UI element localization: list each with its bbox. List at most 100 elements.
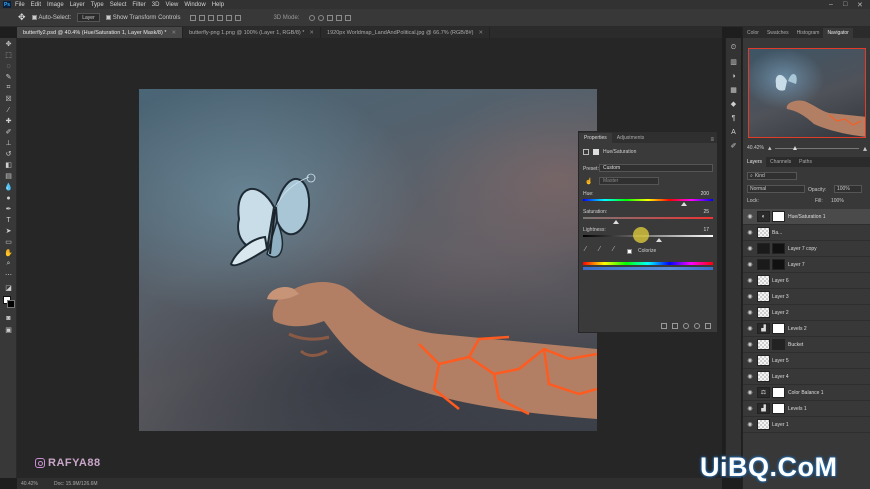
lasso-tool-icon[interactable]: ◌ (4, 62, 13, 70)
rectangle-tool-icon[interactable]: ▭ (4, 238, 13, 246)
eye-icon[interactable]: ◉ (743, 213, 757, 220)
align-center-icon[interactable] (199, 14, 206, 21)
layer-row[interactable]: ◉ Layer 7 copy (743, 241, 870, 257)
zoom-out-icon[interactable]: ▴ (768, 144, 772, 152)
gradient-tool-icon[interactable]: ▤ (4, 172, 13, 180)
layer-mask-thumbnail[interactable] (772, 259, 785, 270)
menu-edit[interactable]: Edit (31, 2, 41, 8)
zoom-tool-icon[interactable]: ⌕ (4, 260, 13, 268)
targeted-adjustment-icon[interactable]: ☝ (585, 178, 592, 185)
colorize-checkbox[interactable]: Colorize (627, 248, 656, 254)
clip-to-layer-icon[interactable] (661, 323, 667, 329)
eye-icon[interactable]: ◉ (743, 309, 757, 316)
status-zoom[interactable]: 40.42% (21, 481, 38, 487)
eye-icon[interactable]: ◉ (743, 229, 757, 236)
eye-icon[interactable]: ◉ (743, 325, 757, 332)
layer-row[interactable]: ◉ Layer 3 (743, 289, 870, 305)
menu-file[interactable]: File (15, 2, 25, 8)
tab-worldmap[interactable]: 1920px Worldmap_LandAndPolitical.jpg @ 6… (321, 27, 491, 38)
preset-dropdown[interactable]: Custom (599, 164, 713, 172)
layer-row[interactable]: ◉ Bucket (743, 337, 870, 353)
layer-row[interactable]: ◉ Layer 5 (743, 353, 870, 369)
more-tools-icon[interactable]: ⋯ (4, 271, 13, 279)
mask-icon[interactable] (593, 149, 599, 155)
eye-icon[interactable]: ◉ (743, 261, 757, 268)
saturation-slider-thumb[interactable] (612, 220, 619, 224)
properties-panel-icon[interactable]: ▥ (729, 58, 738, 66)
brush-tool-icon[interactable]: ✐ (4, 128, 13, 136)
default-colors-icon[interactable]: ◪ (4, 284, 13, 292)
zoom-slider[interactable] (775, 145, 859, 150)
show-transform-checkbox[interactable]: Show Transform Controls (105, 15, 180, 21)
eyedropper-icon[interactable]: ⁄ (585, 246, 586, 253)
hue-value[interactable]: 200 (701, 191, 709, 197)
navigator-zoom-value[interactable]: 40.42% (747, 145, 764, 151)
panel-menu-icon[interactable]: ≡ (710, 137, 717, 143)
layer-row[interactable]: ◉ Layer 2 (743, 305, 870, 321)
hue-slider-thumb[interactable] (680, 202, 687, 206)
eye-icon[interactable]: ◉ (743, 373, 757, 380)
layer-row[interactable]: ◉ Ba... (743, 225, 870, 241)
tab-adjustments[interactable]: Adjustments (612, 133, 650, 143)
paragraph-panel-icon[interactable]: A (729, 128, 738, 136)
lightness-value[interactable]: 17 (703, 227, 709, 233)
libraries-panel-icon[interactable]: ▦ (729, 86, 738, 94)
fill-value[interactable]: 100% (831, 198, 844, 204)
layer-row[interactable]: ◉ ▟ Levels 1 (743, 401, 870, 417)
eyedropper-plus-icon[interactable]: ⁄ (599, 246, 600, 253)
tab-layers[interactable]: Layers (743, 157, 767, 167)
eye-icon[interactable]: ◉ (743, 245, 757, 252)
eye-icon[interactable]: ◉ (743, 277, 757, 284)
layer-filter-dropdown[interactable]: ⌕ Kind (747, 172, 797, 180)
quick-mask-icon[interactable]: ◙ (4, 314, 13, 322)
close-tab-icon[interactable]: ✕ (478, 30, 483, 36)
tab-histogram[interactable]: Histogram (793, 28, 824, 38)
crop-tool-icon[interactable]: ⌗ (4, 84, 13, 92)
close-tab-icon[interactable]: ✕ (171, 30, 176, 36)
eyedropper-minus-icon[interactable]: ⁄ (613, 246, 614, 253)
menu-image[interactable]: Image (47, 2, 64, 8)
close-button[interactable]: ✕ (857, 1, 863, 9)
tab-paths[interactable]: Paths (795, 157, 816, 167)
layer-row[interactable]: ◉ ◐ Hue/Saturation 1 (743, 209, 870, 225)
path-select-tool-icon[interactable]: ➤ (4, 227, 13, 235)
history-panel-icon[interactable]: ⏲ (729, 44, 738, 52)
menu-3d[interactable]: 3D (152, 2, 160, 8)
auto-select-target-dropdown[interactable]: Layer (77, 13, 100, 22)
move-tool-icon[interactable]: ✥ (4, 40, 13, 48)
3d-slide-icon[interactable] (336, 14, 343, 21)
menu-window[interactable]: Window (184, 2, 205, 8)
layer-mask-thumbnail[interactable] (772, 339, 785, 350)
healing-brush-tool-icon[interactable]: ✚ (4, 117, 13, 125)
menu-type[interactable]: Type (91, 2, 104, 8)
3d-panel-icon[interactable]: ◆ (729, 100, 738, 108)
layer-mask-thumbnail[interactable] (772, 387, 785, 398)
eye-icon[interactable]: ◉ (743, 405, 757, 412)
blend-mode-dropdown[interactable]: Normal (747, 185, 805, 193)
tab-color[interactable]: Color (743, 28, 763, 38)
blur-tool-icon[interactable]: 💧 (4, 183, 13, 191)
menu-view[interactable]: View (165, 2, 178, 8)
history-brush-tool-icon[interactable]: ↺ (4, 150, 13, 158)
align-bottom-icon[interactable] (235, 14, 242, 21)
menu-layer[interactable]: Layer (70, 2, 85, 8)
menu-help[interactable]: Help (212, 2, 224, 8)
menu-select[interactable]: Select (110, 2, 127, 8)
tab-properties[interactable]: Properties (579, 133, 612, 143)
auto-select-checkbox[interactable]: Auto-Select: (31, 15, 71, 21)
marquee-tool-icon[interactable]: ⬚ (4, 51, 13, 59)
zoom-slider-thumb[interactable] (793, 145, 798, 150)
opacity-field[interactable]: 100% (834, 185, 862, 193)
layer-row[interactable]: ◉ ▟ Levels 2 (743, 321, 870, 337)
eyedropper-tool-icon[interactable]: ⁄ (4, 106, 13, 114)
frame-tool-icon[interactable]: ☒ (4, 95, 13, 103)
screen-mode-icon[interactable]: ▣ (4, 326, 13, 334)
saturation-value[interactable]: 25 (703, 209, 709, 215)
align-middle-icon[interactable] (226, 14, 233, 21)
tab-swatches[interactable]: Swatches (763, 28, 793, 38)
delete-icon[interactable] (705, 323, 711, 329)
move-tool-icon[interactable]: ✥ (18, 12, 26, 23)
layer-row[interactable]: ◉ Layer 1 (743, 417, 870, 433)
align-top-icon[interactable] (217, 14, 224, 21)
layer-mask-thumbnail[interactable] (772, 323, 785, 334)
